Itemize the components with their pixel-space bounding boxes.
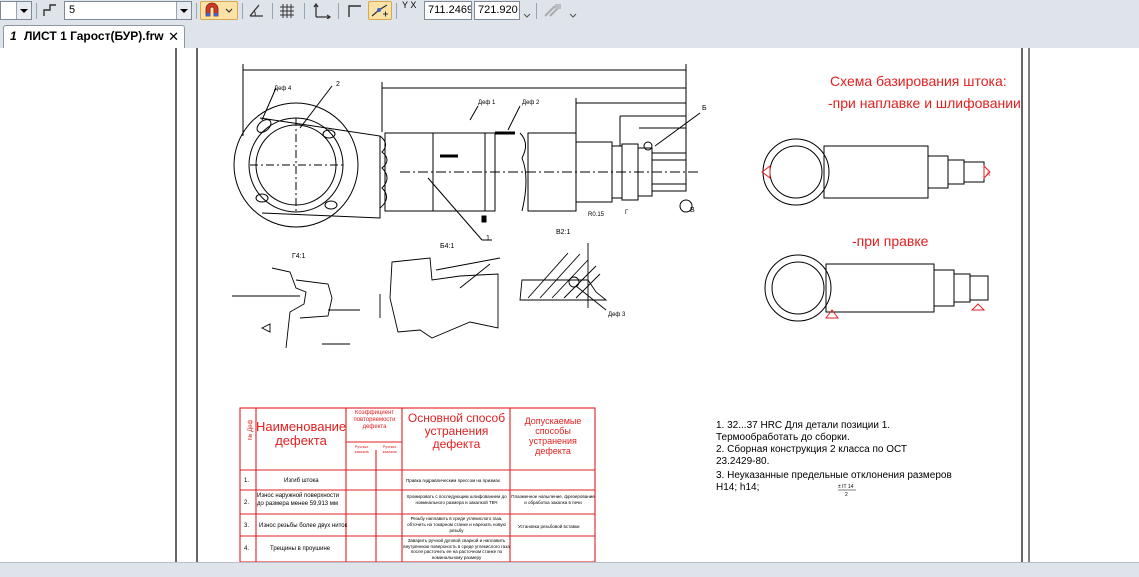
- toolbar-separator: [196, 3, 197, 19]
- toolbar-separator: [304, 3, 305, 19]
- toolbar-overflow-icon[interactable]: [568, 1, 578, 20]
- toolbar-separator: [338, 3, 339, 19]
- tab-document[interactable]: 1 ЛИСТ 1 Гарост(БУР).frw ✕: [3, 25, 185, 48]
- status-bar: [0, 562, 1139, 577]
- scheme-rod-grinding: [761, 138, 991, 206]
- table-header-num: № Деф: [247, 419, 254, 440]
- table-cell-method: Заварить ручной дуговой сваркой и наплав…: [403, 538, 509, 560]
- toolbar-separator: [396, 3, 397, 19]
- note-line: Термообработать до сборки.: [716, 431, 850, 443]
- table-header-coef-sub1: Ручных заказов: [354, 444, 368, 454]
- table-cell-extra: Установка резьбовой вставки: [518, 523, 580, 529]
- note-tolerance: ± IT 14: [838, 484, 854, 490]
- detail-label-b41: Б4:1: [440, 243, 454, 250]
- tab-number: 1: [10, 29, 17, 43]
- snap-round-icon: [371, 4, 388, 17]
- scheme-grinding-label: -при наплавке и шлифовании: [828, 95, 1021, 111]
- callout-def4: Деф 4: [274, 86, 292, 92]
- table-cell-method: Резьбу наплавить в среде углекислого газ…: [407, 516, 506, 533]
- table-header-coef: Коэффициент повторяемости дефекта: [353, 410, 395, 430]
- table-cell-num: 2.: [244, 500, 249, 506]
- toolbar-separator: [536, 3, 537, 19]
- callout-v: В: [690, 207, 695, 214]
- table-cell-method: Правка гидравлическим прессом на призмах: [406, 478, 501, 483]
- scheme-label-a: А: [986, 172, 990, 178]
- ortho-icon[interactable]: [344, 1, 366, 20]
- step-icon[interactable]: [40, 1, 60, 20]
- table-cell-num: 1.: [244, 478, 249, 484]
- local-cs-icon[interactable]: [310, 1, 334, 20]
- chevron-down-icon[interactable]: [176, 2, 191, 19]
- callout-def1: Деф 1: [478, 100, 496, 106]
- document-tab-bar: 1 ЛИСТ 1 Гарост(БУР).frw ✕: [0, 22, 1139, 49]
- table-row: 4. Трещины в проушине Заварить ручной ду…: [244, 538, 510, 560]
- technical-notes: 1. 32...37 HRC Для детали позиции 1. Тер…: [716, 420, 952, 498]
- xy-label: Y X: [402, 0, 417, 10]
- table-cell-num: 4.: [244, 546, 249, 552]
- coord-x-field[interactable]: 711.2469: [424, 1, 472, 20]
- callout-b: Б: [702, 105, 707, 112]
- detail-label-g41: Г4:1: [292, 253, 306, 260]
- table-cell-method: Хромировать с последующим шлифованием до…: [406, 494, 506, 505]
- note-tolerance-denominator: 2: [845, 492, 848, 498]
- table-header-method: Основной способ устранения дефекта: [408, 412, 505, 451]
- detail-v-view: [519, 243, 608, 311]
- table-cell-name: Трещины в проушине: [270, 546, 331, 552]
- step-value: 5: [69, 4, 76, 16]
- line-style-combo[interactable]: [0, 1, 32, 20]
- table-cell-name: Изгиб штока: [284, 478, 319, 484]
- toolbar-overflow-icon[interactable]: [522, 1, 532, 20]
- tab-title: ЛИСТ 1 Гарост(БУР).frw: [24, 29, 164, 43]
- table-header-name: Наименование дефекта: [256, 420, 346, 448]
- callout-def2: Деф 2: [522, 100, 540, 106]
- note-line: 2. Сборная конструкция 2 класса по ОСТ: [716, 443, 907, 455]
- magnet-snap-button[interactable]: [200, 1, 238, 20]
- toolbar-separator: [242, 3, 243, 19]
- table-cell-num: 3.: [244, 523, 249, 529]
- detail-b-view: [379, 257, 501, 339]
- chevron-down-icon[interactable]: [16, 2, 31, 19]
- toolbar: 5 Y X 711.2469 721.920: [0, 0, 1139, 23]
- table-cell-name: Износ резьбы более двух ниток: [259, 523, 348, 529]
- callout-r15: R0.15: [588, 212, 605, 218]
- round-snap-button[interactable]: [368, 1, 392, 20]
- drawing-sheet: 2 Деф 4 Деф 1 Деф 2 Б Г R0.15 1 В Г4:1 Б…: [175, 48, 1030, 563]
- scheme-title: Схема базирования штока:: [830, 73, 1007, 89]
- table-header-extra: Допускаемые способы устранения дефекта: [525, 416, 582, 456]
- rod-main-view: [233, 64, 701, 241]
- table-row: 1. Изгиб штока Правка гидравлическим пре…: [244, 478, 501, 484]
- close-icon[interactable]: ✕: [168, 26, 179, 47]
- note-line: 23.2429-80.: [716, 456, 769, 467]
- detail-label-v21: В2:1: [556, 229, 571, 236]
- angle-snap-icon[interactable]: [246, 1, 268, 20]
- callout-def3: Деф 3: [608, 312, 626, 318]
- scheme-straightening-label: -при правке: [852, 233, 929, 249]
- drawing-canvas[interactable]: 2 Деф 4 Деф 1 Деф 2 Б Г R0.15 1 В Г4:1 Б…: [0, 48, 1139, 563]
- grid-icon[interactable]: [276, 1, 298, 20]
- table-row: 3. Износ резьбы более двух ниток Резьбу …: [244, 516, 580, 533]
- table-cell-extra: Плазменное напыление, фрезерование и обр…: [511, 494, 594, 505]
- tools-disabled-icon[interactable]: [540, 1, 566, 20]
- step-combo[interactable]: 5: [64, 1, 192, 20]
- scheme-rod-straightening: [764, 254, 989, 322]
- table-row: 2. Износ наружной поверхности до размера…: [244, 493, 595, 507]
- note-line: 3. Неуказанные предельные отклонения раз…: [716, 470, 952, 481]
- coord-y-field[interactable]: 721.920: [474, 1, 520, 20]
- magnet-icon: [205, 2, 233, 17]
- table-cell-name: Износ наружной поверхности до размера ме…: [257, 493, 339, 507]
- callout-g: Г: [625, 210, 629, 216]
- table-header-coef-sub2: Ручных заказов: [382, 444, 396, 454]
- note-line: H14; h14;: [716, 482, 759, 493]
- note-line: 1. 32...37 HRC Для детали позиции 1.: [716, 420, 890, 431]
- callout-2: 2: [336, 81, 340, 88]
- callout-1: 1: [486, 235, 490, 242]
- toolbar-separator: [272, 3, 273, 19]
- toolbar-separator: [36, 3, 37, 19]
- detail-g-view: [232, 267, 360, 349]
